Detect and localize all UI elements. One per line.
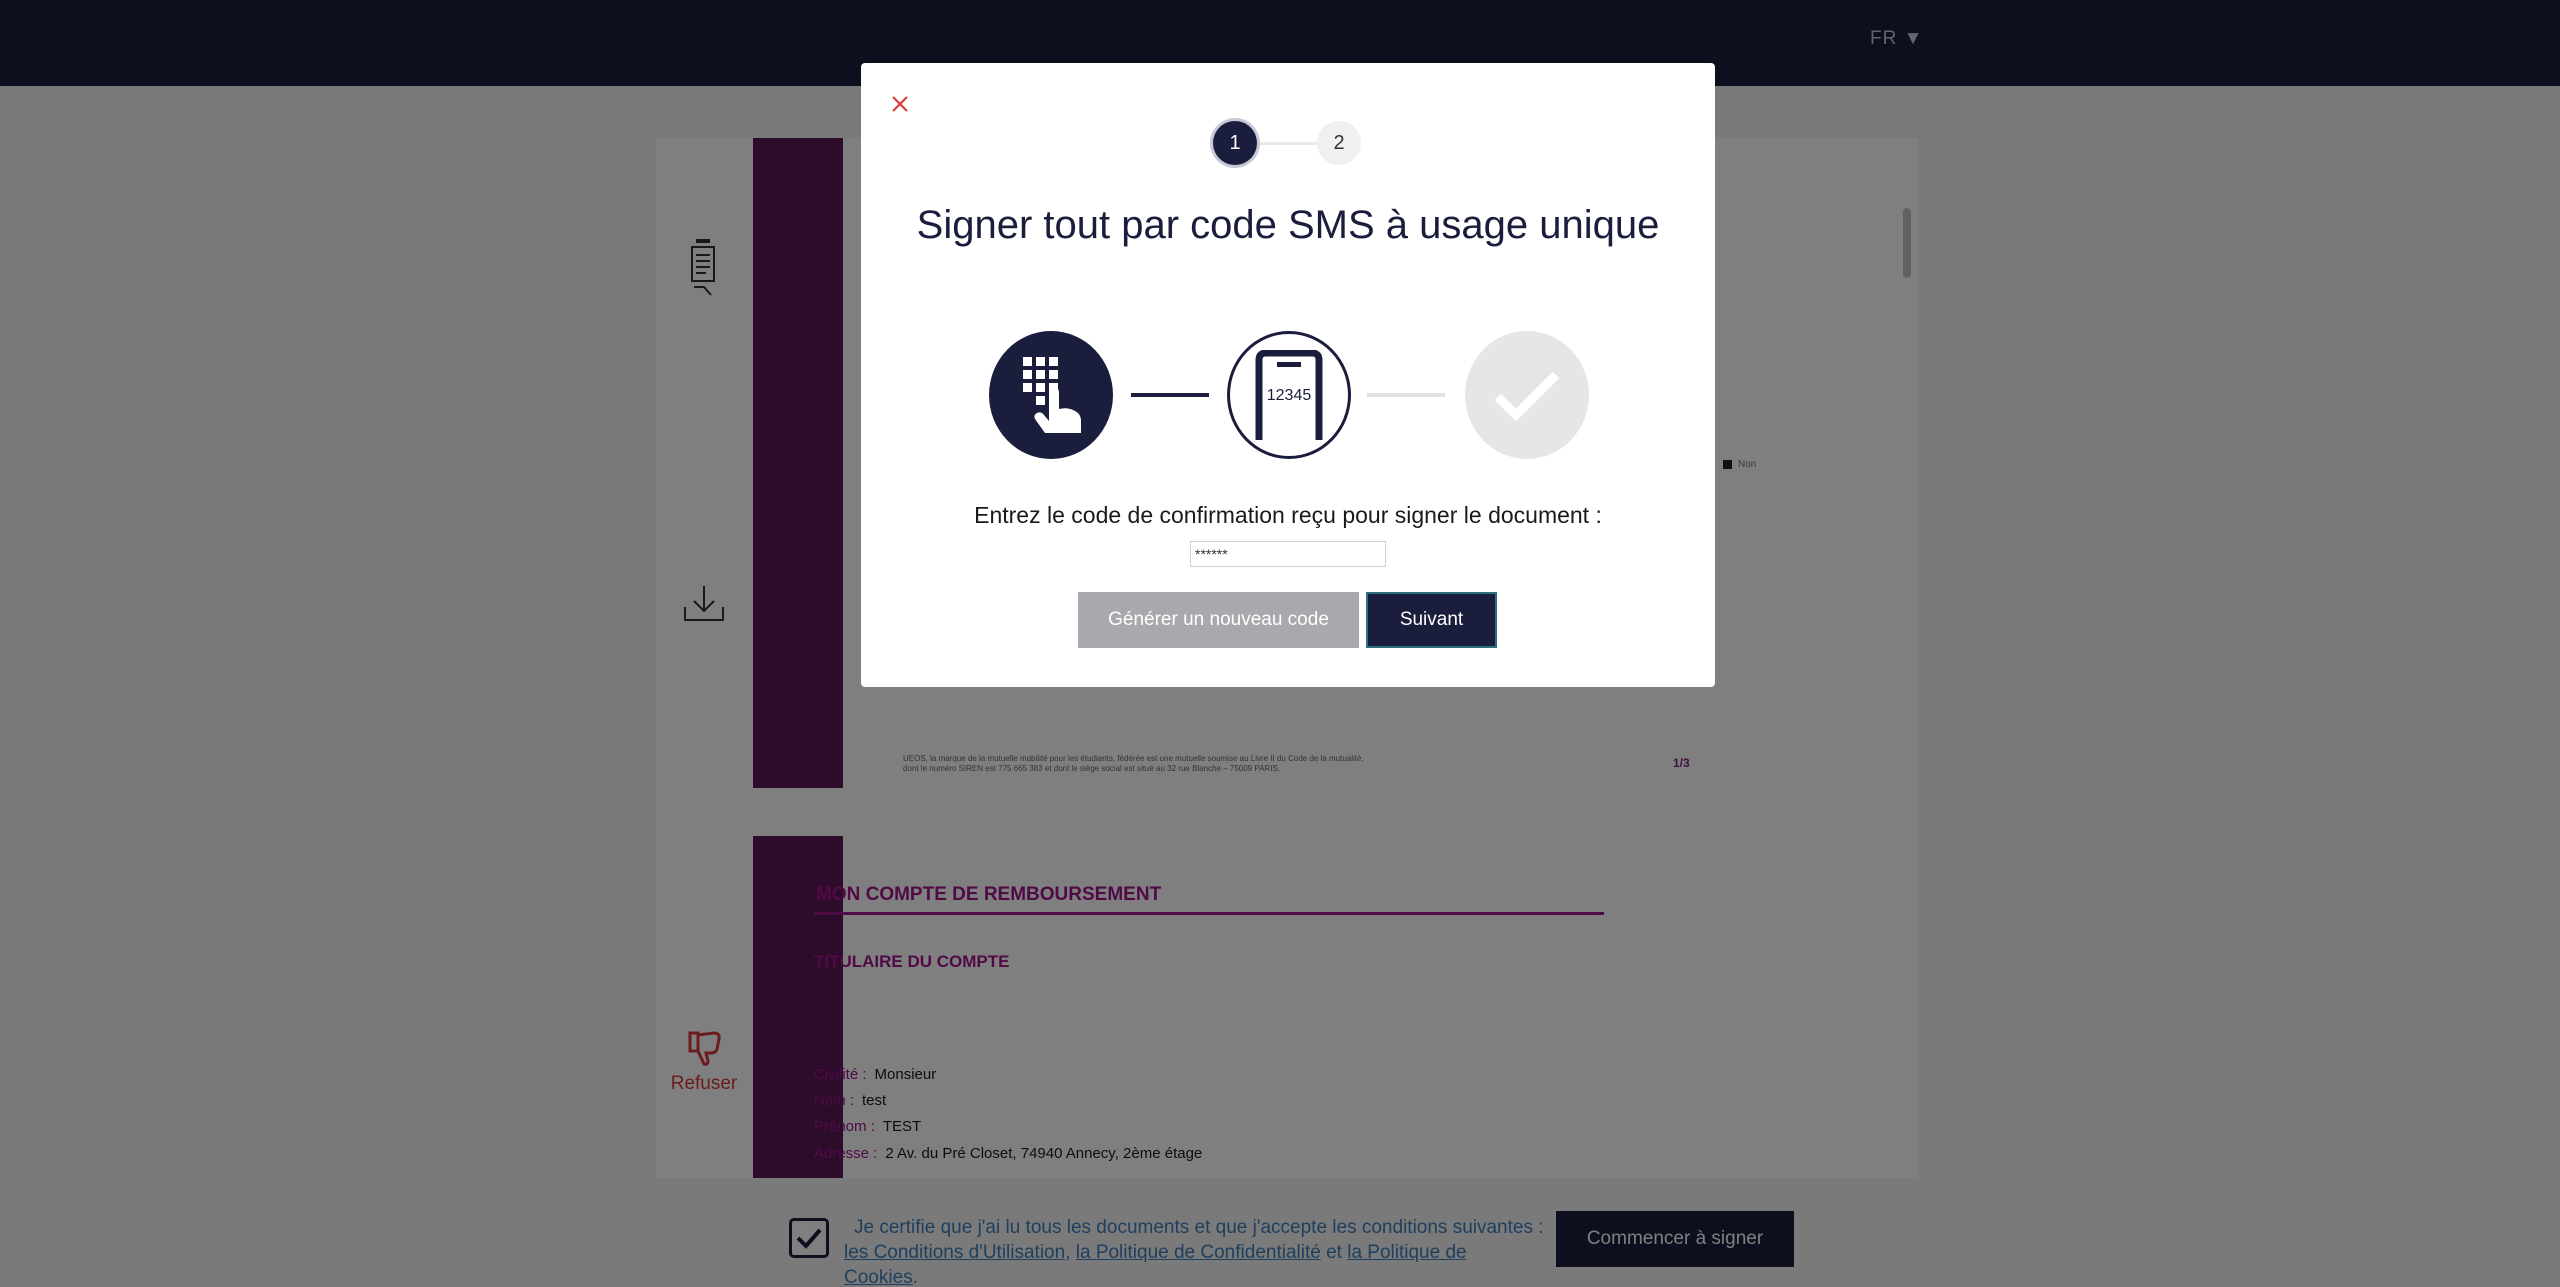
modal-title: Signer tout par code SMS à usage unique bbox=[916, 203, 1660, 247]
close-icon[interactable] bbox=[887, 91, 913, 117]
sms-signature-modal: 1 2 Signer tout par code SMS à usage uni… bbox=[861, 63, 1715, 687]
step-2: 2 bbox=[1317, 121, 1361, 165]
progress-connector bbox=[1367, 393, 1445, 397]
code-prompt: Entrez le code de confirmation reçu pour… bbox=[974, 502, 1602, 528]
next-button[interactable]: Suivant bbox=[1366, 592, 1497, 648]
step-1: 1 bbox=[1213, 121, 1257, 165]
sms-code-input[interactable] bbox=[1190, 541, 1386, 567]
phone-step: 12345 bbox=[1227, 331, 1351, 459]
progress-connector bbox=[1131, 393, 1209, 397]
confirmation-step bbox=[1465, 331, 1589, 459]
step-connector bbox=[1257, 142, 1317, 145]
check-icon bbox=[1494, 371, 1560, 422]
step-indicator: 1 2 bbox=[1213, 121, 1363, 165]
generate-new-code-button[interactable]: Générer un nouveau code bbox=[1078, 592, 1359, 648]
process-illustration: 12345 bbox=[861, 331, 1715, 461]
keypad-step bbox=[989, 331, 1113, 459]
keypad-hand-icon bbox=[1023, 357, 1081, 433]
phone-code: 12345 bbox=[1266, 387, 1312, 404]
